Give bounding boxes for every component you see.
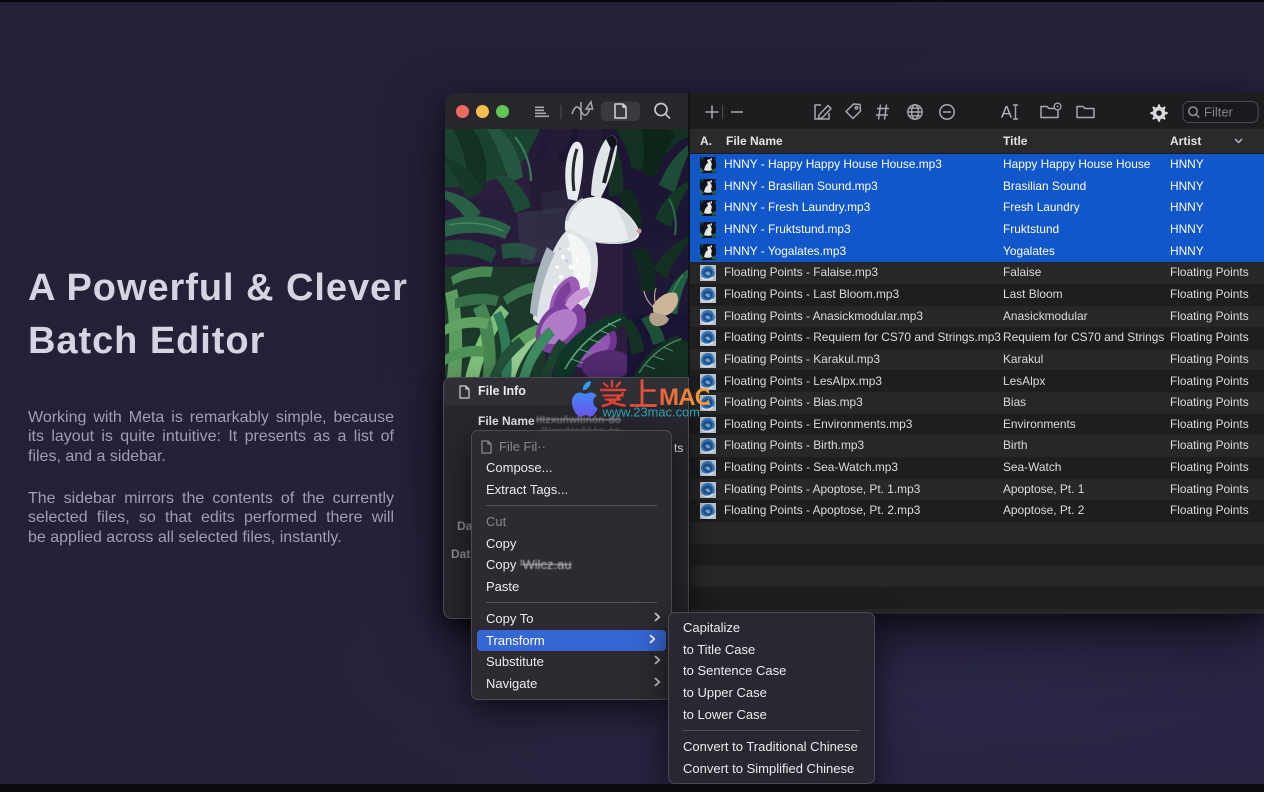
svg-text:www.23mac.com: www.23mac.com: [602, 405, 700, 420]
svg-text:Filter: Filter: [1204, 105, 1234, 120]
svg-text:A: A: [1001, 104, 1012, 122]
